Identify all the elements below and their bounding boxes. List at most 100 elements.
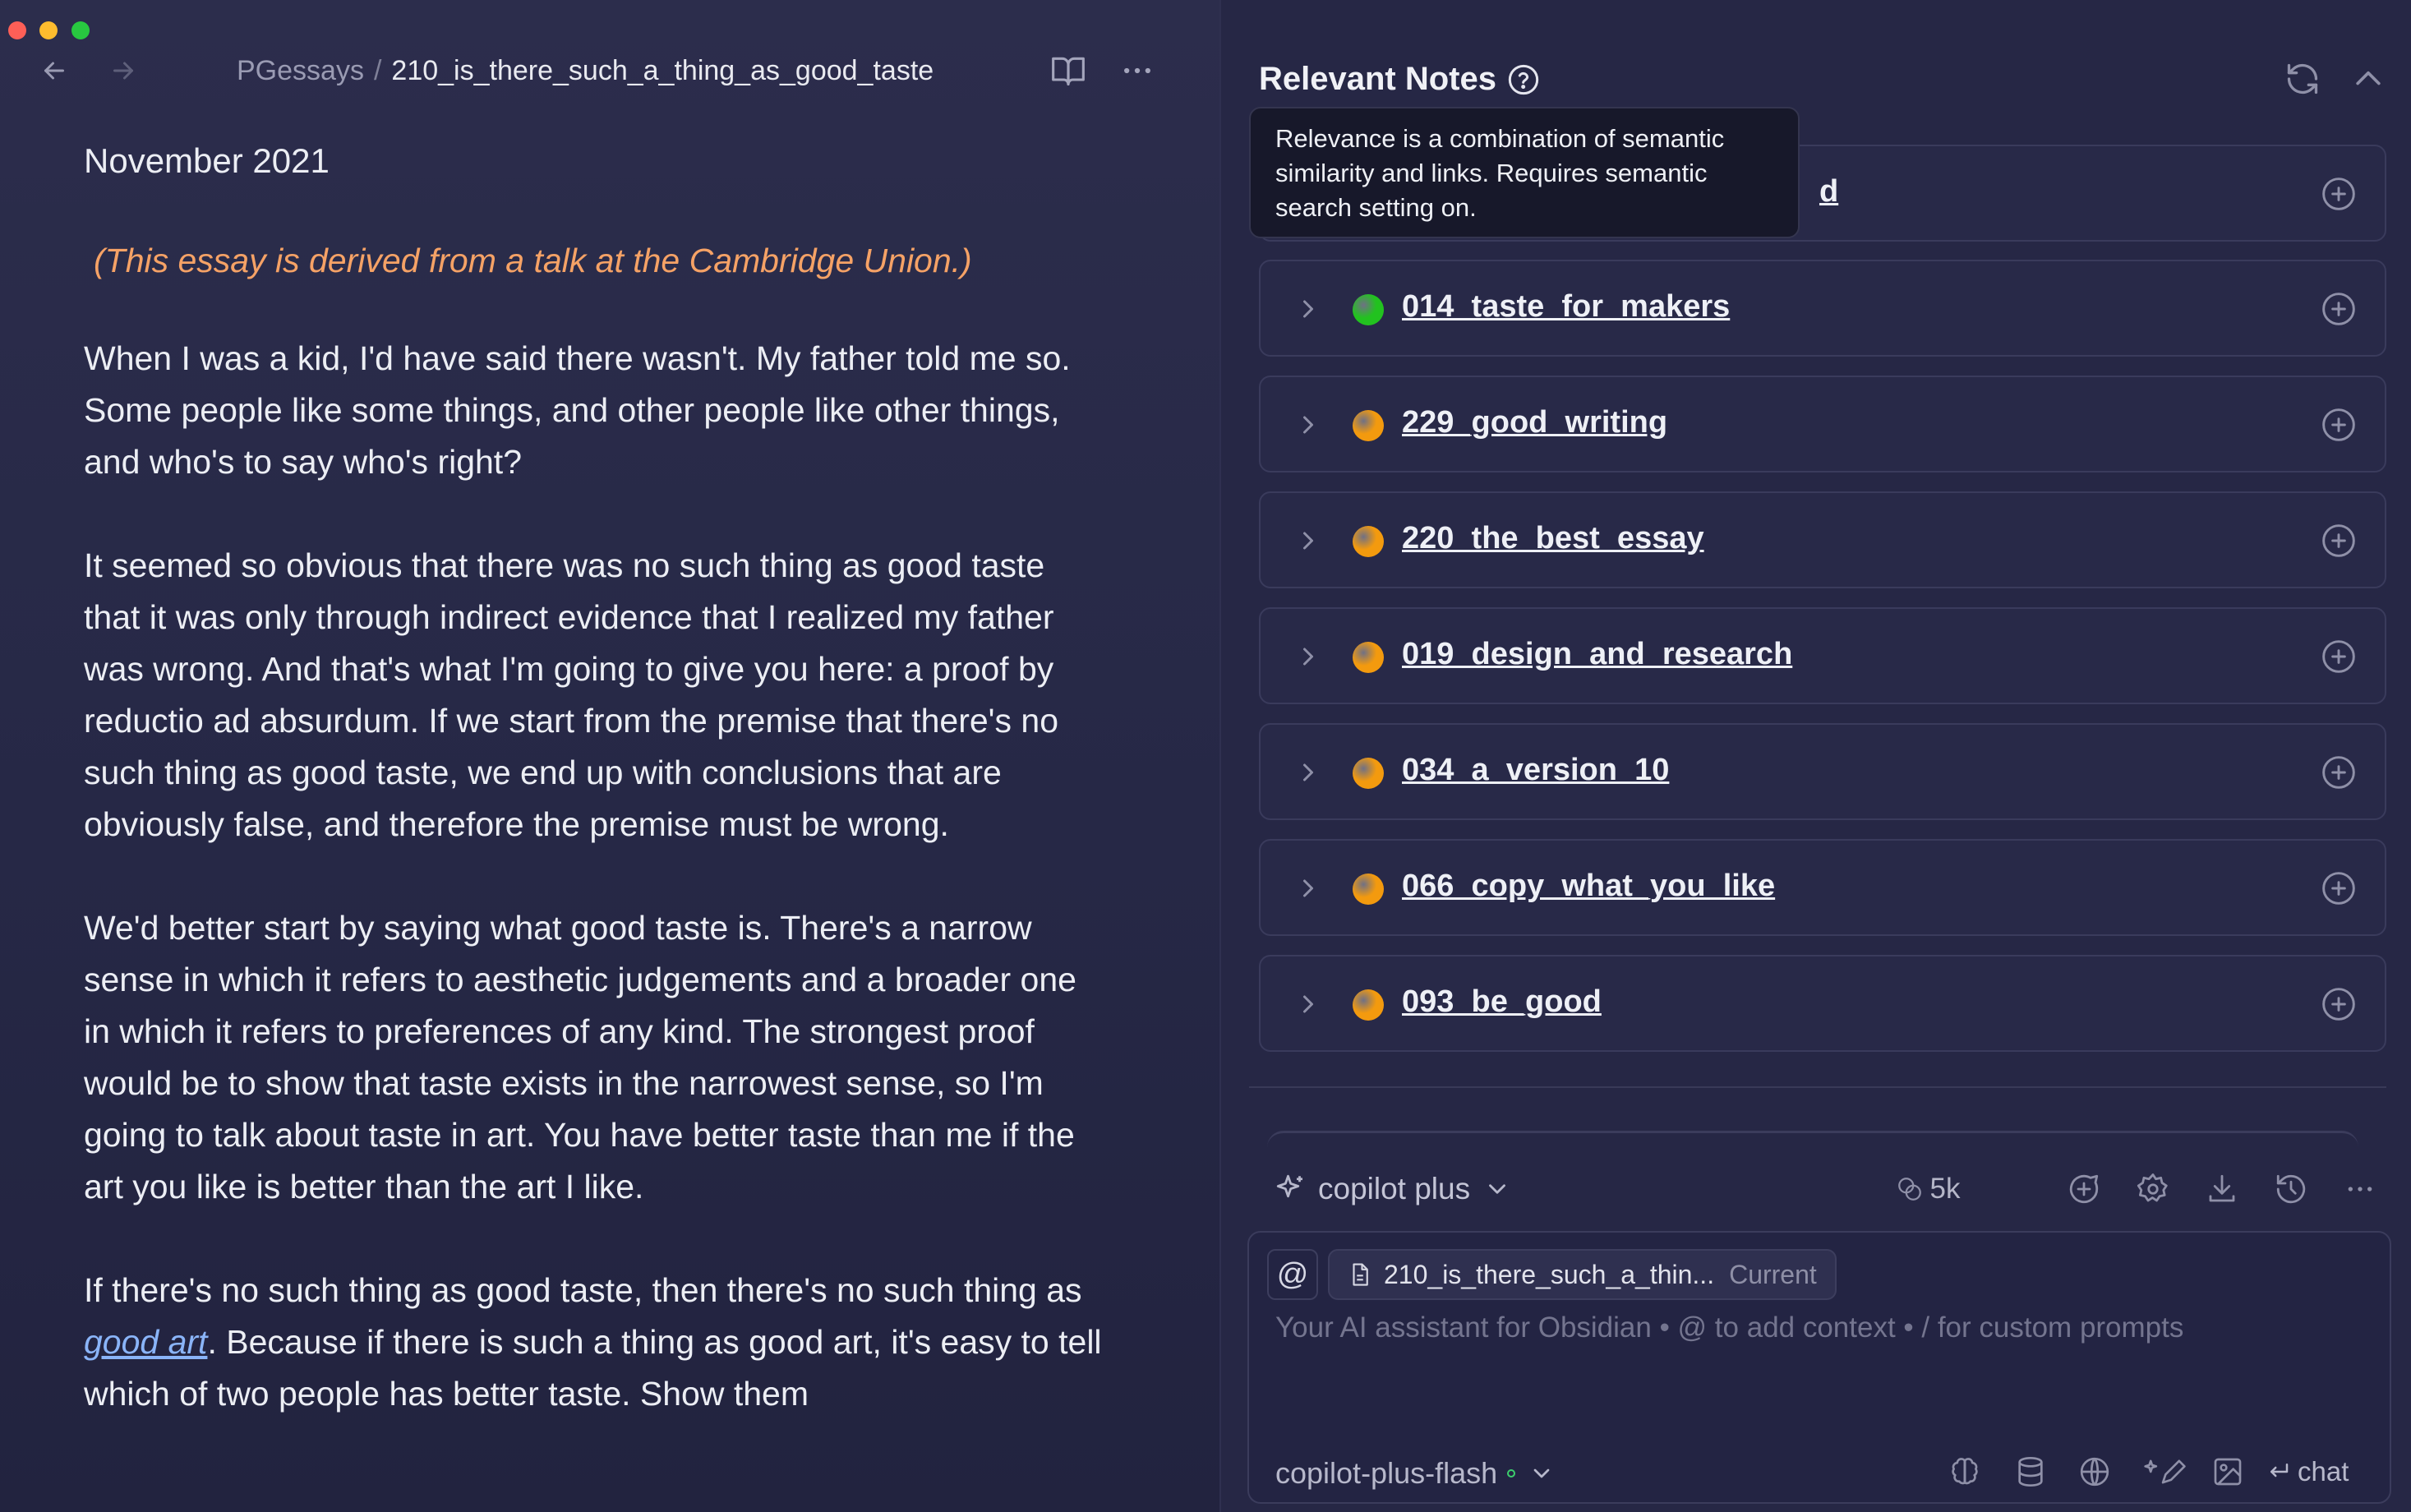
good-art-link[interactable]: good art (84, 1323, 207, 1361)
relevance-tooltip: Relevance is a combination of semantic s… (1249, 107, 1800, 238)
chat-input-box[interactable]: @ 210_is_there_such_a_thin... Current Yo… (1247, 1231, 2391, 1504)
window-close-button[interactable] (8, 21, 26, 39)
chevron-right-icon (1303, 648, 1313, 666)
relevant-note-card[interactable]: 220_the_best_essay (1259, 491, 2386, 588)
chat-scroll-area (1267, 1131, 2358, 1147)
relevance-dot (1353, 874, 1384, 905)
model-status-dot (1507, 1469, 1516, 1477)
help-circle-icon (1508, 64, 1539, 95)
web-search-button[interactable] (2074, 1451, 2115, 1492)
note-source-remark: (This essay is derived from a talk at th… (94, 242, 972, 279)
add-note-context-button[interactable] (2321, 407, 2358, 445)
relevant-note-title[interactable]: 014_taste_for_makers (1402, 289, 1730, 325)
relevant-note-card[interactable]: 034_a_version_10 (1259, 723, 2386, 820)
relevance-dot (1353, 410, 1384, 441)
reading-view-button[interactable] (1047, 49, 1090, 92)
context-file-pill[interactable]: 210_is_there_such_a_thin... Current (1328, 1249, 1837, 1300)
breadcrumb-separator: / (373, 54, 382, 86)
chevron-right-icon (1303, 532, 1313, 550)
window-minimize-button[interactable] (39, 21, 58, 39)
chevron-down-icon (1533, 1468, 1550, 1478)
chevron-right-icon (1303, 416, 1313, 434)
refresh-button[interactable] (2284, 61, 2322, 99)
more-options-button[interactable] (1116, 49, 1159, 92)
chevron-right-icon (1303, 995, 1313, 1013)
section-divider (1249, 1086, 2386, 1088)
settings-button[interactable] (2133, 1169, 2173, 1209)
chevron-right-icon (1303, 763, 1313, 781)
globe-icon (2080, 1457, 2109, 1487)
add-note-context-button[interactable] (2321, 176, 2358, 214)
forward-button[interactable] (104, 51, 143, 90)
paragraph-1: When I was a kid, I'd have said there wa… (84, 339, 1071, 481)
relevant-note-card[interactable]: 066_copy_what_you_like (1259, 839, 2386, 936)
expand-chevron-button[interactable] (1293, 989, 1323, 1019)
add-note-context-button[interactable] (2321, 291, 2358, 329)
help-button[interactable] (1507, 63, 1540, 96)
add-note-context-button[interactable] (2321, 754, 2358, 792)
message-plus-icon (2069, 1174, 2099, 1204)
chat-history-button[interactable] (2271, 1169, 2311, 1209)
relevant-note-card[interactable]: 014_taste_for_makers (1259, 260, 2386, 357)
relevant-note-card[interactable]: 019_design_and_research (1259, 607, 2386, 704)
add-note-context-button[interactable] (2321, 638, 2358, 676)
paragraph-4-end: . Because if there is such a thing as go… (84, 1323, 1102, 1413)
token-count: 5k (1887, 1169, 1969, 1209)
note-body[interactable]: November 2021 (This essay is derived fro… (84, 141, 1103, 1472)
relevance-dot (1353, 758, 1384, 789)
relevance-dot (1353, 526, 1384, 557)
brain-toggle-button[interactable] (1944, 1451, 1985, 1492)
chat-mode-selector[interactable]: copilot plus (1274, 1169, 1521, 1210)
image-icon (2214, 1458, 2242, 1486)
relevant-note-title[interactable]: 220_the_best_essay (1402, 521, 1704, 556)
add-image-button[interactable] (2207, 1451, 2248, 1492)
expand-chevron-button[interactable] (1293, 294, 1323, 324)
expand-chevron-button[interactable] (1293, 758, 1323, 787)
arrow-right-icon (113, 62, 133, 80)
vault-search-button[interactable] (2010, 1451, 2051, 1492)
composer-button[interactable] (2141, 1451, 2192, 1492)
relevant-note-title[interactable]: d (1819, 174, 1838, 210)
add-context-button[interactable]: @ (1267, 1249, 1318, 1300)
enter-icon (2270, 1464, 2289, 1477)
expand-chevron-button[interactable] (1293, 526, 1323, 555)
add-note-context-button[interactable] (2321, 523, 2358, 560)
back-button[interactable] (35, 51, 74, 90)
chat-input-placeholder[interactable]: Your AI assistant for Obsidian • @ to ad… (1275, 1311, 2183, 1344)
chevron-up-icon (2356, 71, 2381, 85)
context-file-name: 210_is_there_such_a_thin... (1384, 1259, 1715, 1289)
breadcrumb-note-title[interactable]: 210_is_there_such_a_thing_as_good_taste (391, 55, 934, 87)
relevant-note-card[interactable]: 093_be_good (1259, 955, 2386, 1052)
model-selector[interactable]: copilot-plus-flash (1275, 1453, 1555, 1494)
history-icon (2276, 1174, 2306, 1204)
new-chat-button[interactable] (2064, 1169, 2104, 1209)
book-open-icon (1052, 57, 1085, 86)
more-horizontal-icon (1124, 67, 1150, 74)
expand-chevron-button[interactable] (1293, 874, 1323, 903)
relevant-note-title[interactable]: 093_be_good (1402, 984, 1602, 1020)
relevant-note-card[interactable]: 229_good_writing (1259, 376, 2386, 472)
file-text-icon (1353, 1263, 1368, 1286)
relevant-note-title[interactable]: 019_design_and_research (1402, 637, 1792, 672)
relevant-note-title[interactable]: 229_good_writing (1402, 405, 1667, 440)
relevant-note-title[interactable]: 066_copy_what_you_like (1402, 869, 1775, 904)
relevant-note-title[interactable]: 034_a_version_10 (1402, 753, 1669, 788)
collapse-button[interactable] (2350, 61, 2388, 99)
database-icon (2018, 1457, 2043, 1487)
breadcrumb-folder[interactable]: PGessays (237, 55, 364, 87)
relevance-dot (1353, 642, 1384, 673)
tokens-icon (1897, 1178, 1921, 1201)
add-note-context-button[interactable] (2321, 870, 2358, 908)
plus-circle-icon (2322, 872, 2355, 905)
chat-more-button[interactable] (2340, 1169, 2380, 1209)
expand-chevron-button[interactable] (1293, 642, 1323, 671)
paragraph-4: If there's no such thing as good taste, … (84, 1265, 1103, 1420)
add-note-context-button[interactable] (2321, 986, 2358, 1024)
save-chat-button[interactable] (2202, 1169, 2242, 1209)
chevron-right-icon (1303, 300, 1313, 318)
window-maximize-button[interactable] (71, 21, 90, 39)
expand-chevron-button[interactable] (1293, 410, 1323, 440)
send-chat-button[interactable]: chat (2266, 1451, 2349, 1492)
breadcrumb: PGessays / 210_is_there_such_a_thing_as_… (237, 51, 934, 90)
sparkles-icon (1276, 1174, 1302, 1198)
